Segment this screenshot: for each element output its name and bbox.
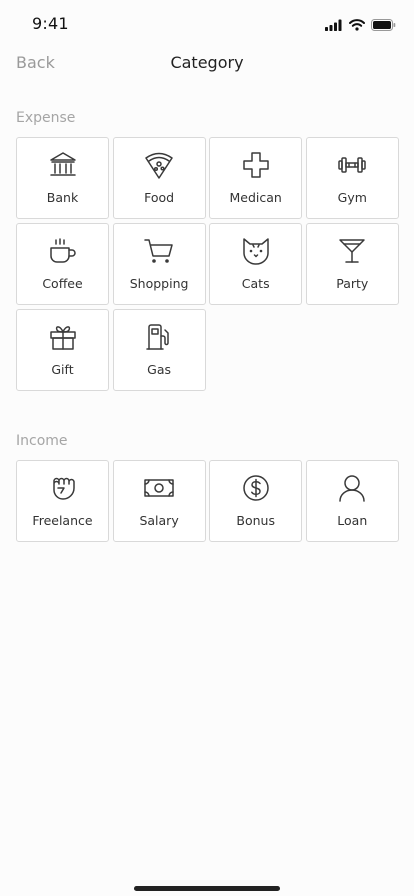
category-label: Food bbox=[144, 190, 175, 205]
category-tile-gift[interactable]: Gift bbox=[16, 309, 109, 391]
income-section-label: Income bbox=[16, 433, 68, 449]
bank-icon bbox=[48, 150, 78, 180]
cat-icon bbox=[241, 236, 271, 266]
category-tile-coffee[interactable]: Coffee bbox=[16, 223, 109, 305]
gas-pump-icon bbox=[144, 322, 174, 352]
category-label: Medican bbox=[229, 190, 282, 205]
category-label: Shopping bbox=[129, 276, 189, 291]
category-label: Cats bbox=[241, 276, 270, 291]
category-tile-gas[interactable]: Gas bbox=[112, 309, 206, 391]
category-tile-bank[interactable]: Bank bbox=[16, 137, 109, 219]
category-tile-bonus[interactable]: Bonus bbox=[209, 460, 303, 542]
category-tile-loan[interactable]: Loan bbox=[305, 460, 399, 542]
pizza-icon bbox=[144, 150, 174, 180]
status-time: 9:41 bbox=[32, 14, 69, 33]
medical-cross-icon bbox=[241, 150, 271, 180]
category-label: Party bbox=[336, 276, 369, 291]
dumbbell-icon bbox=[337, 150, 367, 180]
cocktail-icon bbox=[337, 236, 367, 266]
expense-section-label: Expense bbox=[16, 110, 76, 126]
category-tile-party[interactable]: Party bbox=[305, 223, 399, 305]
coffee-cup-icon bbox=[48, 236, 78, 266]
category-tile-food[interactable]: Food bbox=[112, 137, 206, 219]
banknote-icon bbox=[144, 473, 174, 503]
home-indicator[interactable] bbox=[134, 886, 280, 891]
category-label: Gas bbox=[147, 362, 172, 377]
category-label: Salary bbox=[139, 513, 179, 528]
cellular-signal-icon bbox=[325, 16, 343, 35]
shopping-cart-icon bbox=[144, 236, 174, 266]
gift-icon bbox=[48, 322, 78, 352]
category-label: Bonus bbox=[236, 513, 275, 528]
navigation-bar: Back Category bbox=[0, 48, 414, 80]
dollar-coin-icon bbox=[241, 473, 271, 503]
category-label: Gift bbox=[51, 362, 74, 377]
category-label: Gym bbox=[337, 190, 367, 205]
fist-icon bbox=[48, 473, 78, 503]
category-tile-shopping[interactable]: Shopping bbox=[112, 223, 206, 305]
status-icons bbox=[325, 16, 396, 35]
category-tile-freelance[interactable]: Freelance bbox=[16, 460, 109, 542]
category-label: Freelance bbox=[32, 513, 93, 528]
status-bar: 9:41 bbox=[0, 0, 414, 44]
category-tile-medican[interactable]: Medican bbox=[209, 137, 303, 219]
expense-category-grid: Bank Food Medican Gym Coffee Shopping Ca… bbox=[16, 137, 399, 391]
income-category-grid: Freelance Salary Bonus Loan bbox=[16, 460, 399, 542]
category-label: Coffee bbox=[42, 276, 83, 291]
category-tile-cats[interactable]: Cats bbox=[209, 223, 303, 305]
category-label: Loan bbox=[337, 513, 368, 528]
user-icon bbox=[337, 473, 367, 503]
category-tile-gym[interactable]: Gym bbox=[305, 137, 399, 219]
category-label: Bank bbox=[46, 190, 79, 205]
category-tile-salary[interactable]: Salary bbox=[112, 460, 206, 542]
battery-icon bbox=[371, 16, 396, 35]
page-title: Category bbox=[170, 53, 244, 72]
wifi-icon bbox=[349, 16, 365, 35]
